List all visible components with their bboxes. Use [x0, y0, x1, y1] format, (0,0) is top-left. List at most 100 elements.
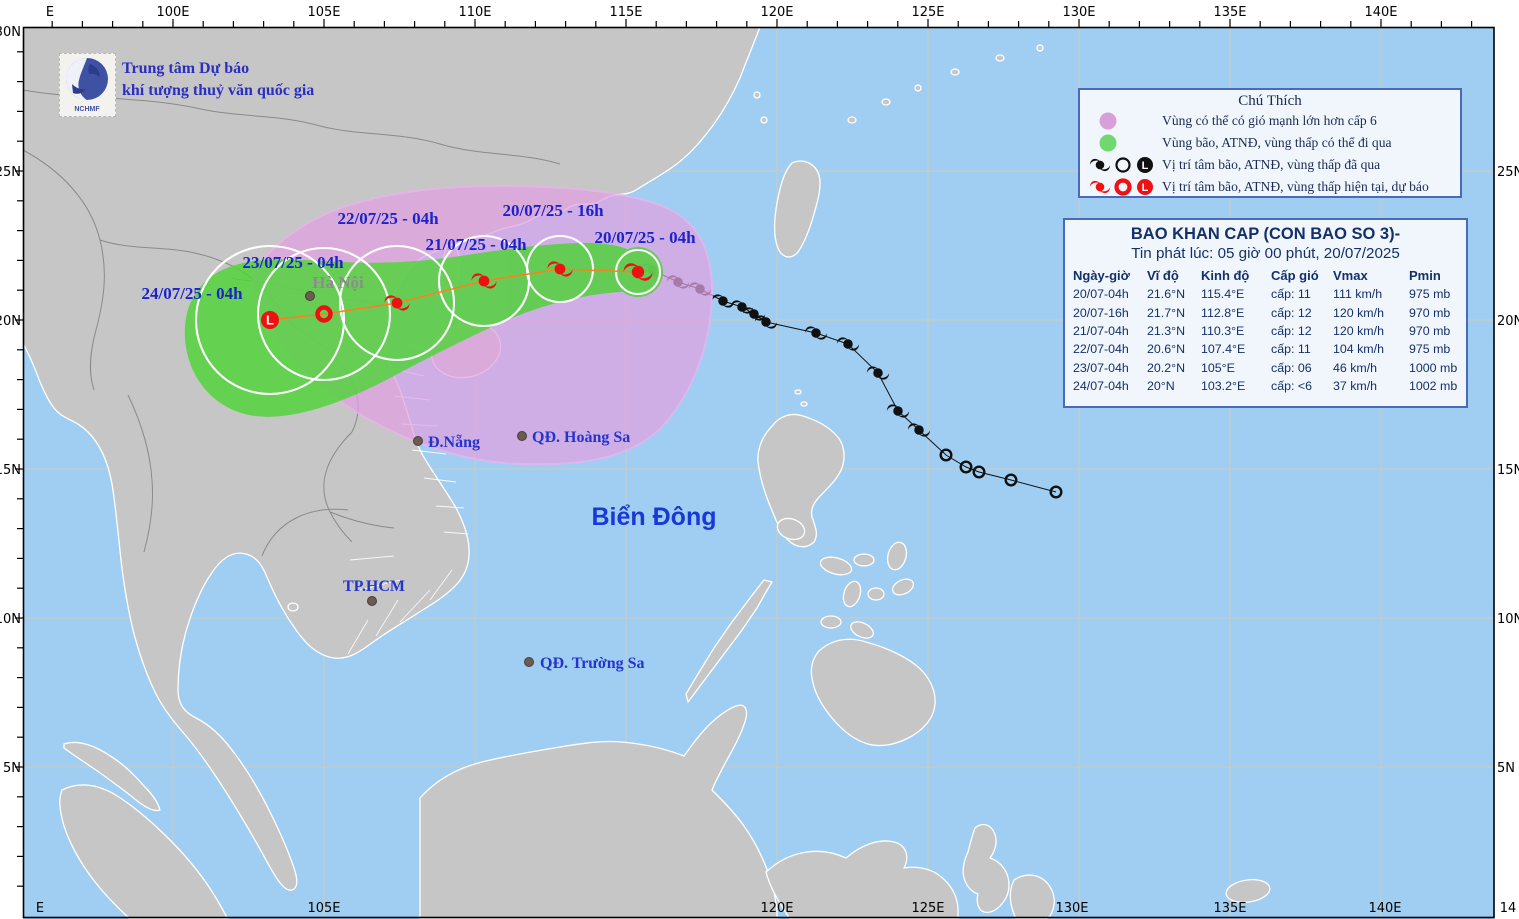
nchmf-logo-emblem: NCHMF	[60, 54, 115, 116]
axis-label-bottom: 135E	[1213, 901, 1246, 916]
place-label: QĐ. Trường Sa	[540, 655, 645, 672]
table-cell: 37 km/h	[1333, 377, 1409, 395]
islet	[915, 85, 921, 91]
table-cell: 110.3°E	[1201, 322, 1271, 340]
forecast-datetime-label: 22/07/25 - 04h	[337, 209, 439, 228]
island	[854, 554, 874, 566]
table-cell: 120 km/h	[1333, 304, 1409, 322]
svg-text:L: L	[1142, 182, 1149, 194]
table-cell: 23/07-04h	[1073, 359, 1147, 377]
storm-track-map-page: L Hà NộiĐ.NẵngQĐ. Hoàng SaTP.HCMQĐ. Trườ…	[0, 0, 1519, 919]
green-area-icon	[1088, 133, 1162, 153]
storm-issued-time: Tin phát lúc: 05 giờ 00 phút, 20/07/2025	[1065, 245, 1466, 262]
forecast-low-symbol: L	[261, 311, 279, 329]
table-cell: 20.6°N	[1147, 340, 1201, 358]
axis-label-left: 10N	[0, 612, 21, 627]
islet	[795, 390, 801, 394]
islet	[996, 55, 1004, 61]
table-column-header: Pmin	[1409, 266, 1465, 285]
table-cell: 107.4°E	[1201, 340, 1271, 358]
axis-label-left: 15N	[0, 463, 21, 478]
axis-label-bottom: 140E	[1368, 901, 1401, 916]
islet	[951, 69, 959, 75]
axis-label-bottom: 125E	[911, 901, 944, 916]
place-label: TP.HCM	[343, 578, 405, 595]
table-cell: 1002 mb	[1409, 377, 1465, 395]
table-cell: 115.4°E	[1201, 285, 1271, 303]
table-column-header: Vmax	[1333, 266, 1409, 285]
axis-label-bottom: 130E	[1055, 901, 1088, 916]
table-cell: 20°N	[1147, 377, 1201, 395]
legend-item: L Vị trí tâm bão, ATNĐ, vùng thấp đã qua	[1080, 154, 1460, 176]
forecast-datetime-label: 21/07/25 - 04h	[425, 235, 527, 254]
svg-text:L: L	[1142, 160, 1149, 172]
axis-label-bottom: 14	[1500, 901, 1517, 916]
forecast-datetime-label: 20/07/25 - 16h	[502, 201, 604, 220]
current-symbols-icon: L	[1088, 176, 1162, 198]
legend-item: Vùng bão, ATNĐ, vùng thấp có thể đi qua	[1080, 132, 1460, 154]
city-dot	[306, 292, 315, 301]
axis-label-right: 15N	[1497, 463, 1519, 478]
legend-item-label: Vị trí tâm bão, ATNĐ, vùng thấp đã qua	[1162, 157, 1380, 173]
forecast-datetime-label: 23/07/25 - 04h	[242, 253, 344, 272]
table-cell: 22/07-04h	[1073, 340, 1147, 358]
table-cell: cấp: 12	[1271, 304, 1333, 322]
legend-item-label: Vị trí tâm bão, ATNĐ, vùng thấp hiện tại…	[1162, 179, 1429, 195]
table-column-header: Vĩ độ	[1147, 266, 1201, 285]
legend-item-label: Vùng có thể có gió mạnh lớn hơn cấp 6	[1162, 113, 1377, 129]
table-cell: 970 mb	[1409, 322, 1465, 340]
axis-label-left: 30N	[0, 25, 21, 40]
axis-label-left: 5N	[3, 761, 21, 776]
axis-label-right: 10N	[1497, 612, 1519, 627]
axis-label-top: 140E	[1364, 5, 1397, 20]
table-column-header: Ngày-giờ	[1073, 266, 1147, 285]
table-cell: 21.7°N	[1147, 304, 1201, 322]
legend-panel: Chú Thích Vùng có thể có gió mạnh lớn hơ…	[1078, 88, 1462, 198]
islet	[754, 92, 760, 98]
axis-label-bottom: E	[36, 901, 44, 916]
axis-label-bottom: 120E	[760, 901, 793, 916]
city-dot	[414, 437, 423, 446]
org-name-line1: Trung tâm Dự báo	[122, 60, 249, 78]
svg-text:L: L	[266, 313, 274, 328]
storm-warning-title: BAO KHAN CAP (CON BAO SO 3)-	[1065, 225, 1466, 244]
city-dot	[525, 658, 534, 667]
table-cell: 21.6°N	[1147, 285, 1201, 303]
legend-title: Chú Thích	[1080, 93, 1460, 110]
table-cell: 970 mb	[1409, 304, 1465, 322]
legend-item: L Vị trí tâm bão, ATNĐ, vùng thấp hiện tạ…	[1080, 176, 1460, 198]
table-cell: 105°E	[1201, 359, 1271, 377]
table-cell: 103.2°E	[1201, 377, 1271, 395]
table-cell: 120 km/h	[1333, 322, 1409, 340]
table-cell: cấp: 11	[1271, 285, 1333, 303]
table-cell: 24/07-04h	[1073, 377, 1147, 395]
table-cell: 20.2°N	[1147, 359, 1201, 377]
axis-label-top: 105E	[307, 5, 340, 20]
past-symbols-icon: L	[1088, 154, 1162, 176]
legend-item-label: Vùng bão, ATNĐ, vùng thấp có thể đi qua	[1162, 135, 1392, 151]
axis-label-left: 25N	[0, 165, 21, 180]
purple-area-icon	[1088, 111, 1162, 131]
table-cell: cấp: <6	[1271, 377, 1333, 395]
city-dot	[368, 597, 377, 606]
forecast-datetime-label: 24/07/25 - 04h	[141, 284, 243, 303]
table-cell: 46 km/h	[1333, 359, 1409, 377]
island	[821, 616, 841, 628]
axis-label-top: 120E	[760, 5, 793, 20]
storm-forecast-table: Ngày-giờVĩ độKinh độCấp gióVmaxPmin20/07…	[1065, 262, 1466, 395]
axis-label-top: 130E	[1062, 5, 1095, 20]
table-cell: 1000 mb	[1409, 359, 1465, 377]
islet	[288, 603, 298, 611]
legend-item: Vùng có thể có gió mạnh lớn hơn cấp 6	[1080, 110, 1460, 132]
axis-label-right: 25N	[1497, 165, 1519, 180]
table-cell: cấp: 11	[1271, 340, 1333, 358]
sea-name-label: Biển Đông	[592, 503, 717, 531]
table-column-header: Kinh độ	[1201, 266, 1271, 285]
table-cell: 21/07-04h	[1073, 322, 1147, 340]
axis-label-top: 110E	[458, 5, 491, 20]
islet	[1037, 45, 1043, 51]
city-dot	[518, 432, 527, 441]
axis-label-left: 20N	[0, 314, 21, 329]
axis-label-top: E	[46, 5, 54, 20]
axis-label-top: 100E	[156, 5, 189, 20]
